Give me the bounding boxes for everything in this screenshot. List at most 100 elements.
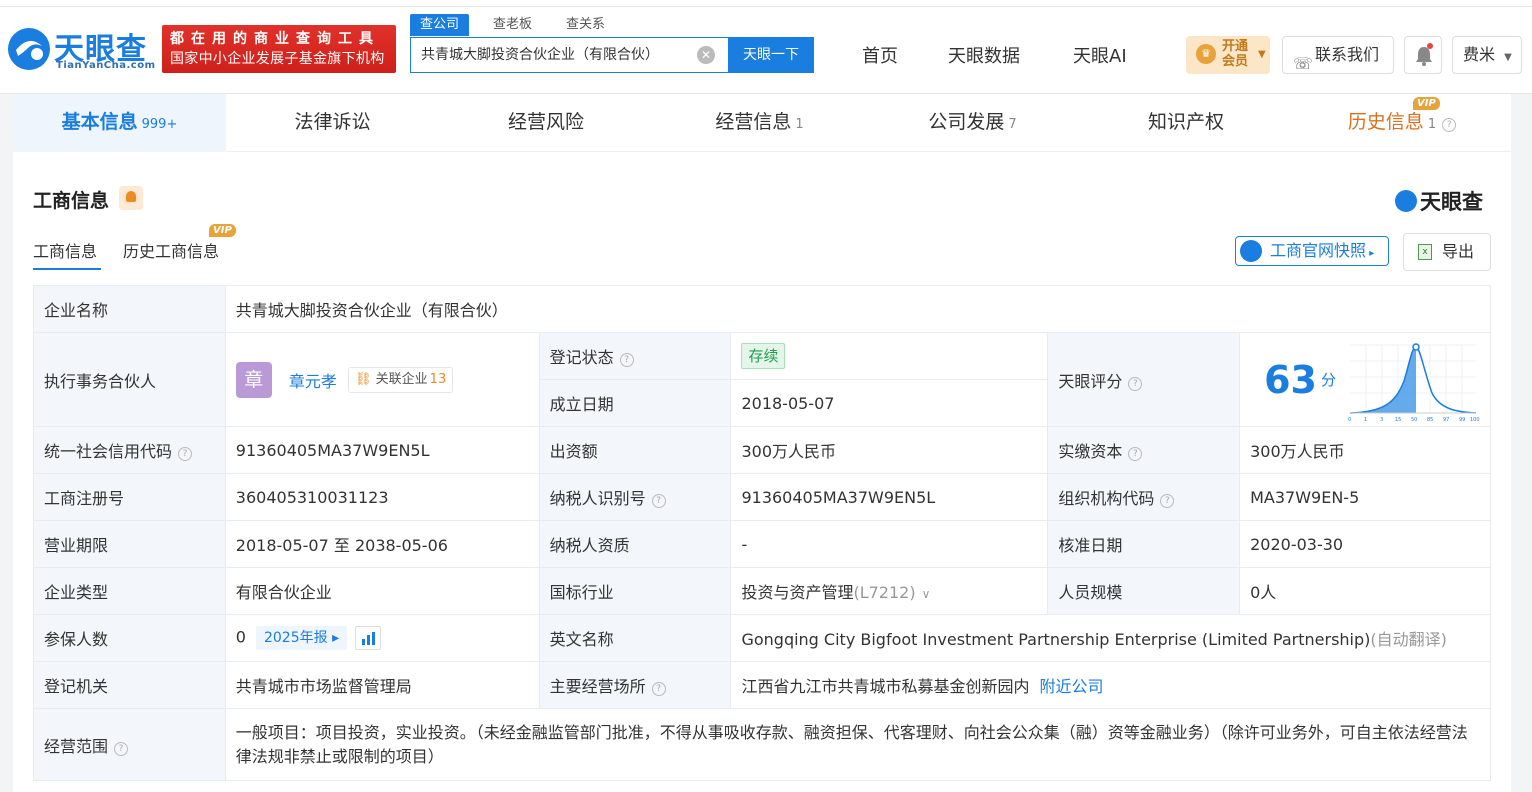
tab-development-count: 7 bbox=[1008, 117, 1017, 132]
export-button[interactable]: x 导出 bbox=[1403, 233, 1491, 271]
tab-development[interactable]: 公司发展 7 bbox=[866, 94, 1079, 152]
english-key: 英文名称 bbox=[538, 614, 732, 662]
authority-key: 登记机关 bbox=[33, 661, 226, 709]
tab-development-label: 公司发展 bbox=[928, 111, 1005, 133]
founded-value: 2018-05-07 bbox=[730, 379, 1049, 427]
nav-data[interactable]: 天眼数据 bbox=[948, 42, 1020, 68]
chart-tick-label: 3 bbox=[1380, 417, 1383, 423]
score-value: 63 bbox=[1264, 357, 1317, 402]
approve-date-value: 2020-03-30 bbox=[1239, 520, 1491, 568]
paid-capital-key-label: 实缴资本 bbox=[1058, 442, 1123, 461]
address-key: 主要经营场所? bbox=[538, 661, 732, 709]
search-tab-relation[interactable]: 查关系 bbox=[556, 14, 615, 36]
vip-badge: VIP bbox=[1413, 97, 1440, 110]
related-companies-button[interactable]: ⛓ 关联企业 13 bbox=[348, 366, 454, 393]
help-icon[interactable]: ? bbox=[619, 353, 634, 367]
tab-risk[interactable]: 经营风险 bbox=[439, 94, 653, 152]
notification-button[interactable] bbox=[1404, 36, 1442, 74]
partner-link[interactable]: 章元孝 bbox=[289, 372, 337, 391]
tab-history[interactable]: 历史信息 1? bbox=[1293, 94, 1511, 152]
industry-value[interactable]: 投资与资产管理(L7212) ∨ bbox=[730, 567, 1049, 615]
promo-banner[interactable]: 都在用的商业查询工具 国家中小企业发展子基金旗下机构 bbox=[162, 25, 396, 73]
tab-risk-label: 经营风险 bbox=[507, 111, 584, 133]
help-icon[interactable]: ? bbox=[651, 682, 666, 696]
tab-business-label: 经营信息 bbox=[715, 111, 792, 133]
annual-report-label: 2025年报 bbox=[263, 630, 328, 646]
help-icon[interactable]: ? bbox=[651, 494, 666, 508]
related-label: 关联企业 bbox=[375, 371, 428, 387]
industry-key: 国标行业 bbox=[538, 567, 732, 615]
help-icon[interactable]: ? bbox=[178, 447, 193, 461]
logo-mark-icon bbox=[8, 28, 50, 70]
person-icon bbox=[1240, 240, 1262, 262]
help-icon[interactable]: ? bbox=[1160, 494, 1175, 508]
scope-key: 经营范围? bbox=[33, 708, 226, 781]
help-icon[interactable]: ? bbox=[1128, 447, 1143, 461]
search-button[interactable]: 天眼一下 bbox=[728, 37, 814, 73]
partner-key: 执行事务合伙人 bbox=[33, 332, 226, 427]
chart-tick-label: 1 bbox=[1364, 417, 1367, 423]
open-vip-button[interactable]: ♛ 开通 会员 ▼ bbox=[1186, 36, 1270, 74]
help-icon[interactable]: ? bbox=[1442, 118, 1457, 132]
chart-tick-label: 50 bbox=[1411, 417, 1417, 423]
subtab-history-business[interactable]: 历史工商信息 bbox=[123, 238, 219, 262]
subscribe-bell-icon[interactable] bbox=[119, 186, 143, 210]
score-cell[interactable]: 63 分 0 1 3 15 50 85 97 99 100 bbox=[1239, 332, 1491, 427]
staff-value: 0人 bbox=[1239, 567, 1491, 615]
tab-ip[interactable]: 知识产权 bbox=[1079, 94, 1293, 152]
search-tab-company[interactable]: 查公司 bbox=[410, 14, 470, 36]
credit-code-value: 91360405MA37W9EN5L bbox=[224, 426, 540, 474]
company-name-key: 企业名称 bbox=[33, 285, 226, 333]
subtab-business-info[interactable]: 工商信息 bbox=[33, 238, 97, 262]
chart-tick-label: 100 bbox=[1470, 417, 1480, 423]
site-logo[interactable]: 天眼查 TianYanCha.com bbox=[6, 26, 156, 74]
help-icon[interactable]: ? bbox=[1128, 376, 1143, 391]
approve-date-key: 核准日期 bbox=[1047, 520, 1241, 568]
search-tab-boss[interactable]: 查老板 bbox=[483, 14, 542, 36]
table-row: 参保人数 0 2025年报 ▸ 英文名称 Gongqing City Bigfoo… bbox=[33, 614, 1491, 662]
table-row: 营业期限 2018-05-07 至 2038-05-06 纳税人资质 - 核准日… bbox=[33, 520, 1491, 568]
credit-code-key-label: 统一社会信用代码 bbox=[44, 442, 173, 461]
score-unit: 分 bbox=[1321, 371, 1337, 389]
reg-no-value: 360405310031123 bbox=[224, 473, 540, 521]
official-snapshot-button[interactable]: 工商官网快照 ▸ bbox=[1235, 236, 1389, 266]
logo-url: TianYanCha.com bbox=[56, 60, 156, 71]
table-row: 登记机关 共青城市市场监督管理局 主要经营场所? 江西省九江市共青城市私募基金创… bbox=[33, 661, 1491, 709]
nearby-companies-link[interactable]: 附近公司 bbox=[1039, 677, 1103, 696]
nav-ai[interactable]: 天眼AI bbox=[1073, 42, 1127, 68]
contact-button[interactable]: ☏ 联系我们 bbox=[1282, 36, 1394, 74]
tab-basic-info[interactable]: 基本信息 999+ bbox=[13, 94, 226, 152]
table-row: 企业名称 共青城大脚投资合伙企业（有限合伙） bbox=[33, 285, 1492, 333]
tab-legal[interactable]: 法律诉讼 bbox=[226, 94, 439, 152]
score-key: 天眼评分? bbox=[1047, 332, 1241, 427]
table-row: 统一社会信用代码? 91360405MA37W9EN5L 出资额 300万人民币… bbox=[33, 426, 1491, 474]
table-row: 经营范围? 一般项目：项目投资，实业投资。（未经金融监管部门批准，不得从事吸收存… bbox=[33, 708, 1492, 781]
score-distribution-chart: 0 1 3 15 50 85 97 99 100 bbox=[1348, 343, 1480, 423]
insured-count: 0 bbox=[235, 627, 246, 647]
chart-tick-label: 99 bbox=[1459, 417, 1465, 423]
english-note: (自动翻译) bbox=[1370, 630, 1447, 649]
user-menu[interactable]: 费米 ▼ bbox=[1452, 36, 1522, 74]
avatar[interactable]: 章 bbox=[235, 361, 272, 398]
org-code-value: MA37W9EN-5 bbox=[1239, 473, 1491, 521]
period-key: 营业期限 bbox=[33, 520, 226, 568]
help-icon[interactable]: ? bbox=[114, 741, 129, 756]
search-input[interactable]: 共青城大脚投资合伙企业（有限合伙） ✕ bbox=[410, 37, 728, 73]
tab-business[interactable]: 经营信息 1 bbox=[653, 94, 866, 152]
tab-basic-info-label: 基本信息 bbox=[61, 111, 138, 133]
annual-report-button[interactable]: 2025年报 ▸ bbox=[255, 626, 348, 650]
business-info-card: 工商信息 天眼查 工商信息 历史工商信息 VIP 工商官网快照 ▸ x 导出 企… bbox=[13, 152, 1511, 792]
staff-key: 人员规模 bbox=[1047, 567, 1241, 615]
table-row: 工商注册号 360405310031123 纳税人识别号? 91360405MA… bbox=[33, 473, 1491, 521]
tab-business-count: 1 bbox=[795, 117, 804, 132]
score-chart-ticks: 0 1 3 15 50 85 97 99 100 bbox=[1348, 417, 1480, 423]
taxpayer-id-key: 纳税人识别号? bbox=[538, 473, 732, 521]
chevron-down-icon[interactable]: ∨ bbox=[922, 587, 931, 601]
tax-qual-value: - bbox=[730, 520, 1049, 568]
address-key-label: 主要经营场所 bbox=[549, 677, 646, 696]
clear-icon[interactable]: ✕ bbox=[697, 46, 715, 64]
trend-chart-button[interactable] bbox=[355, 626, 382, 650]
industry-code: (L7212) bbox=[853, 583, 916, 602]
nav-home[interactable]: 首页 bbox=[862, 42, 898, 68]
tab-history-label: 历史信息 bbox=[1347, 111, 1424, 133]
